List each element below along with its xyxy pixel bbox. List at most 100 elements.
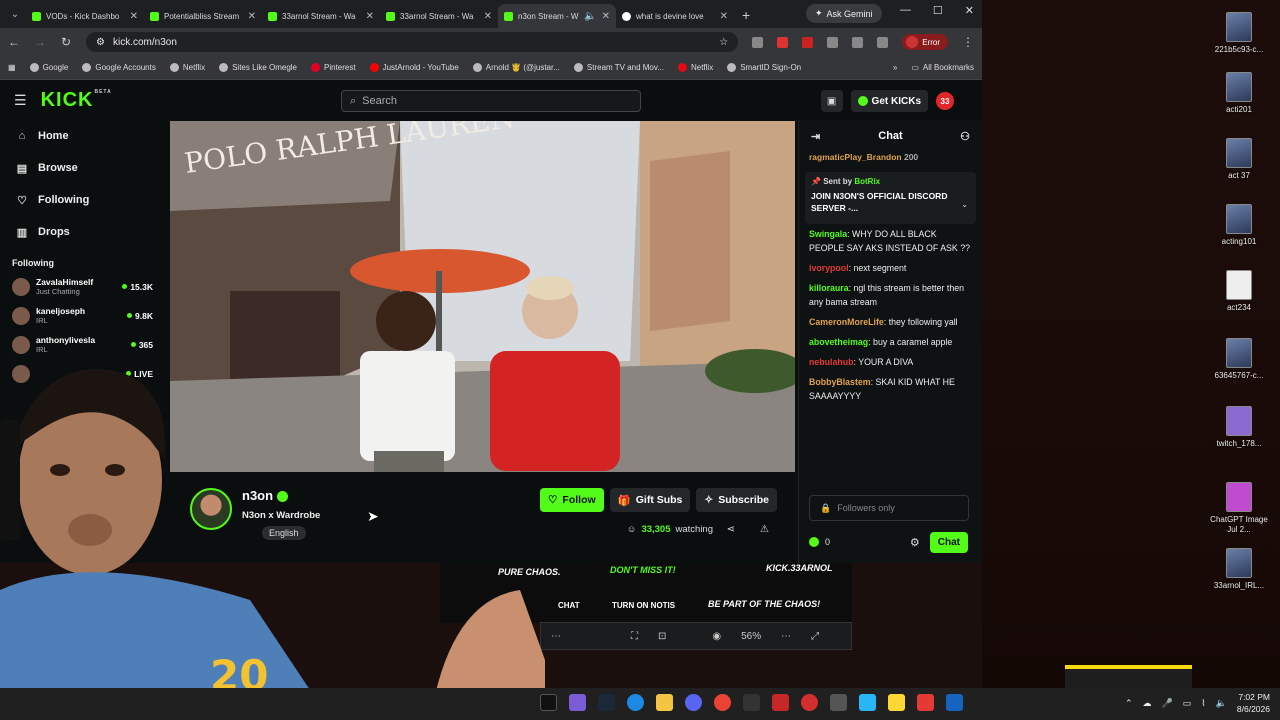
collapse-chat-icon[interactable]: ⇥ bbox=[811, 130, 820, 143]
expand-icon[interactable]: ⤢ bbox=[811, 631, 819, 642]
desktop-icon[interactable]: 63645767-c... bbox=[1208, 338, 1270, 381]
extension-icon[interactable] bbox=[752, 36, 764, 48]
bookmark-star-icon[interactable]: ☆ bbox=[719, 37, 728, 48]
bookmark-item[interactable]: Sites Like Omegle bbox=[219, 63, 297, 72]
close-window-icon[interactable]: ✕ bbox=[965, 4, 974, 17]
browser-tab[interactable]: 33arnol Stream - Wa ✕ bbox=[380, 4, 498, 28]
streamer-avatar[interactable] bbox=[190, 488, 232, 530]
fit-icon[interactable]: ⛶ bbox=[631, 631, 638, 642]
app-icon[interactable] bbox=[772, 694, 789, 711]
discord-icon[interactable] bbox=[685, 694, 702, 711]
zoom-level[interactable]: 56% bbox=[741, 631, 761, 642]
extension-icon[interactable] bbox=[802, 36, 814, 48]
followed-channel[interactable]: kaneljoseph IRL 9.8K bbox=[0, 301, 165, 330]
close-icon[interactable]: ✕ bbox=[248, 11, 256, 22]
zoom-icon[interactable]: ◉ bbox=[712, 631, 721, 642]
more-icon[interactable]: ⋯ bbox=[551, 631, 561, 642]
back-icon[interactable]: ← bbox=[8, 35, 20, 49]
browser-tab[interactable]: what is devine love ✕ bbox=[616, 4, 734, 28]
new-tab-icon[interactable]: + bbox=[742, 7, 750, 23]
chrome-icon[interactable] bbox=[714, 694, 731, 711]
desktop-icon[interactable]: ChatGPT Image Jul 2... bbox=[1208, 482, 1270, 535]
close-icon[interactable]: ✕ bbox=[130, 11, 138, 22]
users-icon[interactable]: ⚇ bbox=[960, 130, 970, 143]
desktop-icon[interactable]: acting101 bbox=[1208, 204, 1270, 247]
bookmark-item[interactable]: Google bbox=[29, 63, 68, 72]
app-icon[interactable] bbox=[830, 694, 847, 711]
desktop-icon[interactable]: 221b5c93-c... bbox=[1208, 12, 1270, 55]
search-input[interactable]: ⌕ Search bbox=[341, 90, 641, 112]
app-icon[interactable] bbox=[917, 694, 934, 711]
gear-icon[interactable]: ⚙ bbox=[910, 536, 920, 549]
cloud-icon[interactable]: ☁ bbox=[1143, 698, 1152, 709]
desktop-icon[interactable]: twitch_178... bbox=[1208, 406, 1270, 449]
followed-channel[interactable]: LIVE bbox=[0, 359, 165, 388]
close-icon[interactable]: ✕ bbox=[720, 11, 728, 22]
volume-icon[interactable]: 🔈 bbox=[1216, 698, 1227, 709]
hamburger-menu-icon[interactable]: ☰ bbox=[14, 92, 27, 109]
desktop-icon[interactable]: act 37 bbox=[1208, 138, 1270, 181]
wifi-icon[interactable]: ⌇ bbox=[1201, 698, 1205, 709]
bookmark-item[interactable]: Arnold 🤴 (@justar... bbox=[472, 63, 560, 72]
sidebar-icon[interactable] bbox=[877, 36, 889, 48]
browser-tab-active[interactable]: n3on Stream - W 🔈 ✕ bbox=[498, 4, 616, 28]
followed-channel[interactable]: ZavalaHimself Just Chatting 15.3K bbox=[0, 272, 165, 301]
bookmark-item[interactable]: JustArnold - YouTube bbox=[369, 63, 459, 72]
crop-icon[interactable]: ⊡ bbox=[658, 631, 666, 642]
close-icon[interactable]: ✕ bbox=[484, 11, 492, 22]
chat-input[interactable]: 🔒 Followers only bbox=[809, 495, 969, 521]
sidebar-item-browse[interactable]: ▤ Browse bbox=[0, 152, 165, 184]
app-icon[interactable] bbox=[946, 694, 963, 711]
minimize-icon[interactable]: — bbox=[900, 4, 911, 17]
tiktok-icon[interactable] bbox=[540, 694, 557, 711]
chevron-up-icon[interactable]: ⌃ bbox=[1125, 698, 1133, 709]
language-tag[interactable]: English bbox=[262, 526, 306, 540]
gift-subs-button[interactable]: 🎁 Gift Subs bbox=[609, 488, 691, 512]
bookmark-item[interactable]: Netflix bbox=[677, 63, 713, 72]
get-kicks-button[interactable]: Get KICKs bbox=[850, 90, 928, 112]
desktop-icon[interactable]: acti201 bbox=[1208, 72, 1270, 115]
speaker-icon[interactable]: 🔈 bbox=[584, 11, 596, 22]
kicks-balance[interactable]: 0 bbox=[809, 537, 830, 547]
clock[interactable]: 7:02 PM 8/6/2026 bbox=[1237, 691, 1270, 715]
sidebar-item-following[interactable]: ♡ Following bbox=[0, 184, 165, 216]
media-icon[interactable] bbox=[852, 36, 864, 48]
bookmark-item[interactable]: SmartID Sign-On bbox=[727, 63, 801, 72]
pinned-message[interactable]: 📌 Sent by BotRix JOIN N3ON'S OFFICIAL DI… bbox=[805, 172, 976, 224]
browser-tab[interactable]: 33arnol Stream - Wa ✕ bbox=[262, 4, 380, 28]
app-icon[interactable] bbox=[569, 694, 586, 711]
site-info-icon[interactable]: ⚙ bbox=[96, 37, 105, 48]
bookmark-item[interactable]: Netflix bbox=[169, 63, 205, 72]
report-icon[interactable]: ⚠ bbox=[760, 524, 769, 535]
follow-button[interactable]: ♡ Follow bbox=[539, 488, 604, 512]
streamer-name[interactable]: n3on bbox=[242, 488, 289, 503]
display-icon[interactable]: ▭ bbox=[1183, 698, 1192, 709]
reload-icon[interactable]: ↻ bbox=[60, 35, 72, 49]
followed-channel[interactable]: anthonylivesla IRL 365 bbox=[0, 330, 165, 359]
url-input[interactable]: ⚙ kick.com/n3on ☆ bbox=[86, 32, 739, 52]
all-bookmarks-button[interactable]: ▭ All Bookmarks bbox=[911, 63, 974, 72]
profile-button[interactable]: Error bbox=[902, 34, 948, 50]
share-icon[interactable]: ⋖ bbox=[727, 524, 735, 535]
browser-tab[interactable]: Potentialbliss Stream ✕ bbox=[144, 4, 262, 28]
close-icon[interactable]: ✕ bbox=[602, 11, 610, 22]
sidebar-item-drops[interactable]: ▥ Drops bbox=[0, 216, 165, 248]
chevron-right-icon[interactable]: » bbox=[893, 63, 897, 72]
desktop-icon[interactable]: 33arnol_IRL... bbox=[1208, 548, 1270, 591]
puzzle-icon[interactable] bbox=[827, 36, 839, 48]
app-icon[interactable] bbox=[888, 694, 905, 711]
tab-search-icon[interactable]: ⌄ bbox=[4, 3, 26, 25]
notification-badge[interactable]: 33 bbox=[936, 92, 954, 110]
chat-send-button[interactable]: Chat bbox=[929, 531, 968, 553]
file-explorer-icon[interactable] bbox=[656, 694, 673, 711]
chevron-down-icon[interactable]: ⌄ bbox=[961, 200, 968, 209]
maximize-icon[interactable]: ☐ bbox=[933, 4, 943, 17]
forward-icon[interactable]: → bbox=[34, 35, 46, 49]
apps-icon[interactable]: ▦ bbox=[8, 63, 16, 72]
bookmark-item[interactable]: Stream TV and Mov... bbox=[573, 63, 664, 72]
video-player[interactable]: POLO RALPH LAUREN bbox=[170, 121, 795, 472]
close-icon[interactable]: ✕ bbox=[366, 11, 374, 22]
edge-icon[interactable] bbox=[627, 694, 644, 711]
bookmark-item[interactable]: Google Accounts bbox=[82, 63, 156, 72]
bookmark-item[interactable]: Pinterest bbox=[311, 63, 356, 72]
